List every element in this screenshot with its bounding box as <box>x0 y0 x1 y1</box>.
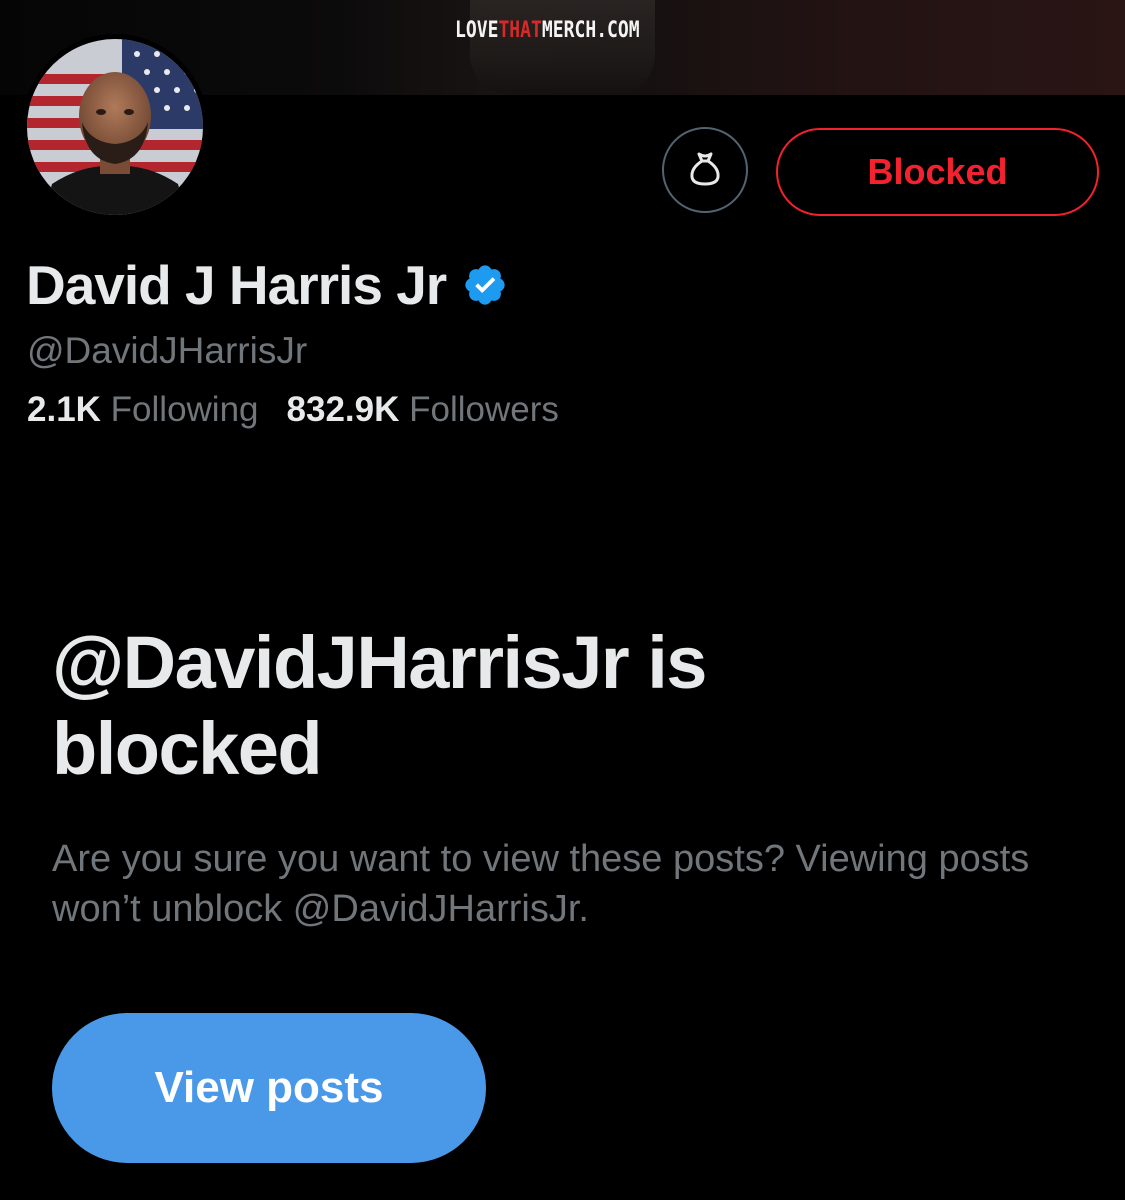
verified-badge-icon[interactable] <box>462 262 508 308</box>
banner-brand-text: LOVETHATMERCH.COM <box>455 18 640 43</box>
tip-button[interactable] <box>662 127 748 213</box>
view-posts-button[interactable]: View posts <box>52 1013 486 1163</box>
profile-name-row: David J Harris Jr <box>26 250 508 320</box>
followers-link[interactable]: 832.9K Followers <box>287 390 559 429</box>
profile-handle: @DavidJHarrisJr <box>27 330 308 371</box>
followers-count: 832.9K <box>286 390 400 429</box>
banner-figure-image <box>470 0 655 95</box>
following-count: 2.1K <box>27 390 101 429</box>
avatar[interactable] <box>22 34 208 220</box>
following-link[interactable]: 2.1K Following <box>27 390 259 429</box>
blocked-notice-title: @DavidJHarrisJr is blocked <box>52 621 707 790</box>
following-label: Following <box>110 390 259 429</box>
money-bag-icon <box>685 148 725 193</box>
blocked-notice-description: Are you sure you want to view these post… <box>52 838 1030 930</box>
follow-stats: 2.1K Following 832.9K Followers <box>27 390 559 430</box>
blocked-button[interactable]: Blocked <box>776 128 1099 216</box>
display-name: David J Harris Jr <box>26 254 447 316</box>
followers-label: Followers <box>409 390 559 429</box>
